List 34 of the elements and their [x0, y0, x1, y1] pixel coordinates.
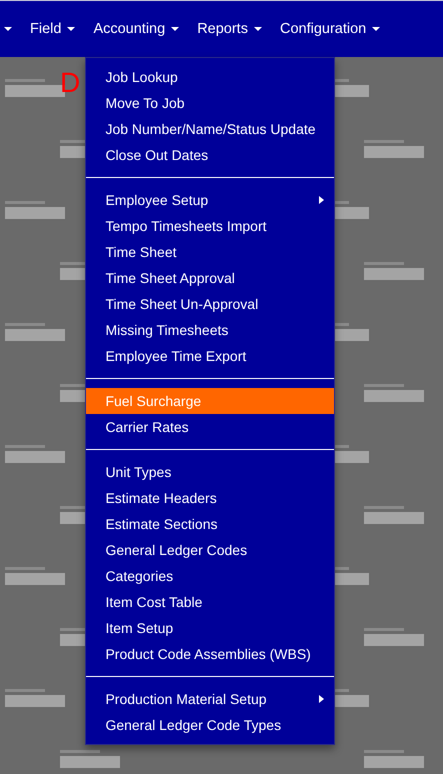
- menu-item[interactable]: Missing Timesheets: [86, 317, 334, 343]
- menu-item[interactable]: Move To Job: [86, 90, 334, 116]
- caret-icon: [171, 27, 180, 31]
- nav-link[interactable]: Configuration: [270, 1, 390, 57]
- menu-item[interactable]: Time Sheet Approval: [86, 265, 334, 291]
- nav-link[interactable]: Reports: [188, 1, 271, 57]
- menu-item[interactable]: Job Number/Name/Status Update: [86, 116, 334, 142]
- menu-item[interactable]: Time Sheet: [86, 239, 334, 265]
- menu-item[interactable]: Estimate Sections: [86, 511, 334, 537]
- menu-item[interactable]: Production Material Setup: [86, 686, 334, 712]
- menu-item[interactable]: Tempo Timesheets Import: [86, 213, 334, 239]
- menu-item[interactable]: Item Cost Table: [86, 589, 334, 615]
- menu-item[interactable]: General Ledger Code Types: [86, 712, 334, 738]
- submenu-arrow-icon: [319, 695, 324, 703]
- nav-link[interactable]: Field: [21, 1, 84, 57]
- nav-link[interactable]: Accounting: [84, 1, 188, 57]
- caret-icon: [372, 27, 380, 31]
- submenu-arrow-icon: [319, 196, 324, 204]
- menu-item[interactable]: Unit Types: [86, 459, 334, 485]
- page-heading: D: [59, 66, 80, 99]
- menu-item[interactable]: Time Sheet Un-Approval: [86, 291, 334, 317]
- caret-icon: [4, 27, 12, 31]
- caret-icon: [254, 27, 262, 31]
- menu-item[interactable]: Product Code Assemblies (WBS): [86, 641, 334, 667]
- menu-item[interactable]: Employee Setup: [86, 187, 334, 213]
- menu-item[interactable]: Estimate Headers: [86, 485, 334, 511]
- menu-item[interactable]: Close Out Dates: [86, 142, 334, 168]
- menu-item[interactable]: Job Lookup: [86, 64, 334, 90]
- caret-icon: [67, 27, 76, 31]
- menu-item[interactable]: General Ledger Codes: [86, 537, 334, 563]
- menu-item[interactable]: Categories: [86, 563, 334, 589]
- menu-item[interactable]: Carrier Rates: [86, 414, 334, 440]
- menu-item[interactable]: Employee Time Export: [86, 343, 334, 369]
- menu-item[interactable]: Item Setup: [86, 615, 334, 641]
